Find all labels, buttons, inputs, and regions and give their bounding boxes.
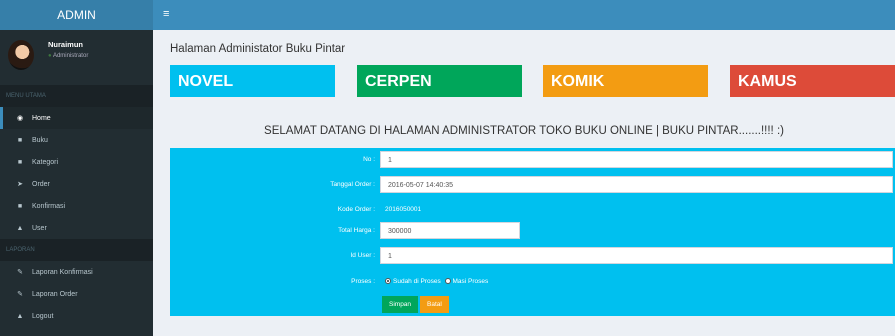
edit-icon: ✎ [17, 291, 23, 298]
order-form: No : 1 Tanggal Order : 2016-05-07 14:40:… [170, 148, 895, 316]
kode-order-value: 2016050001 [385, 206, 422, 213]
no-field[interactable]: 1 [380, 151, 893, 168]
category-novel[interactable]: NOVEL [170, 65, 335, 97]
sidebar: Nuraimun ● Administrator MENU UTAMA ◉ Hom… [0, 30, 153, 336]
user-icon: ▲ [16, 312, 24, 320]
id-user-field[interactable]: 1 [380, 247, 893, 264]
folder-icon: ■ [17, 202, 23, 210]
sidebar-item-laporan-konfirmasi[interactable]: ✎ Laporan Konfirmasi [0, 261, 153, 283]
tanggal-order-field[interactable]: 2016-05-07 14:40:35 [380, 176, 893, 193]
hamburger-icon[interactable]: ≡ [163, 9, 169, 20]
category-komik[interactable]: KOMIK [543, 65, 708, 97]
menu-utama-header: MENU UTAMA [0, 85, 153, 107]
sidebar-item-home[interactable]: ◉ Home [0, 107, 153, 129]
total-harga-label: Total Harga : [338, 227, 375, 234]
sidebar-item-kategori[interactable]: ■ Kategori [0, 151, 153, 173]
user-status: ● Administrator [48, 53, 88, 59]
batal-button[interactable]: Batal [420, 296, 449, 313]
total-harga-field[interactable]: 300000 [380, 222, 520, 239]
sidebar-item-logout[interactable]: ▲ Logout [0, 305, 153, 327]
folder-icon: ■ [17, 158, 23, 166]
user-status-text: Administrator [52, 53, 89, 59]
sidebar-item-label: Buku [32, 136, 48, 144]
kode-order-label: Kode Order : [337, 206, 375, 213]
simpan-button[interactable]: Simpan [382, 296, 419, 313]
id-user-label: Id User : [350, 252, 375, 259]
sidebar-item-label: Logout [32, 312, 54, 320]
sidebar-item-order[interactable]: ➤ Order [0, 173, 153, 195]
sidebar-item-laporan-order[interactable]: ✎ Laporan Order [0, 283, 153, 305]
no-label: No : [363, 156, 375, 163]
welcome-text: SELAMAT DATANG DI HALAMAN ADMINISTRATOR … [264, 125, 784, 137]
user-name: Nuraimun [48, 40, 84, 49]
edit-icon: ✎ [17, 269, 23, 276]
top-navbar: ≡ [153, 0, 895, 30]
radio-label-masi: Masi Proses [452, 278, 489, 285]
sidebar-item-label: User [32, 224, 47, 232]
send-icon: ➤ [17, 181, 23, 188]
laporan-header: LAPORAN [0, 239, 153, 261]
dashboard-icon: ◉ [16, 115, 24, 122]
sidebar-item-label: Laporan Order [32, 290, 78, 298]
tanggal-order-label: Tanggal Order : [330, 181, 375, 188]
sidebar-item-label: Home [32, 114, 51, 122]
avatar [8, 40, 34, 70]
radio-sudah-di-proses[interactable] [385, 278, 391, 285]
radio-label-sudah: Sudah di Proses [393, 278, 441, 285]
category-kamus[interactable]: KAMUS [730, 65, 895, 97]
sidebar-item-user[interactable]: ▲ User [0, 217, 153, 239]
proses-options: Sudah di Proses Masi Proses [380, 278, 488, 285]
sidebar-item-label: Laporan Konfirmasi [32, 268, 93, 276]
category-cerpen[interactable]: CERPEN [357, 65, 522, 97]
user-icon: ▲ [16, 224, 24, 232]
radio-masi-proses[interactable] [444, 278, 451, 285]
user-panel: Nuraimun ● Administrator [0, 30, 153, 85]
main-content: Halaman Administator Buku Pintar NOVEL C… [153, 30, 895, 336]
online-dot-icon: ● [48, 53, 52, 59]
sidebar-item-label: Kategori [32, 158, 59, 166]
sidebar-item-label: Order [32, 180, 50, 188]
folder-icon: ■ [17, 136, 23, 144]
brand-logo[interactable]: ADMIN [0, 0, 153, 30]
proses-label: Proses : [351, 278, 375, 285]
sidebar-item-konfirmasi[interactable]: ■ Konfirmasi [0, 195, 153, 217]
sidebar-item-buku[interactable]: ■ Buku [0, 129, 153, 151]
sidebar-item-label: Konfirmasi [32, 202, 66, 210]
page-title: Halaman Administator Buku Pintar [170, 43, 346, 55]
